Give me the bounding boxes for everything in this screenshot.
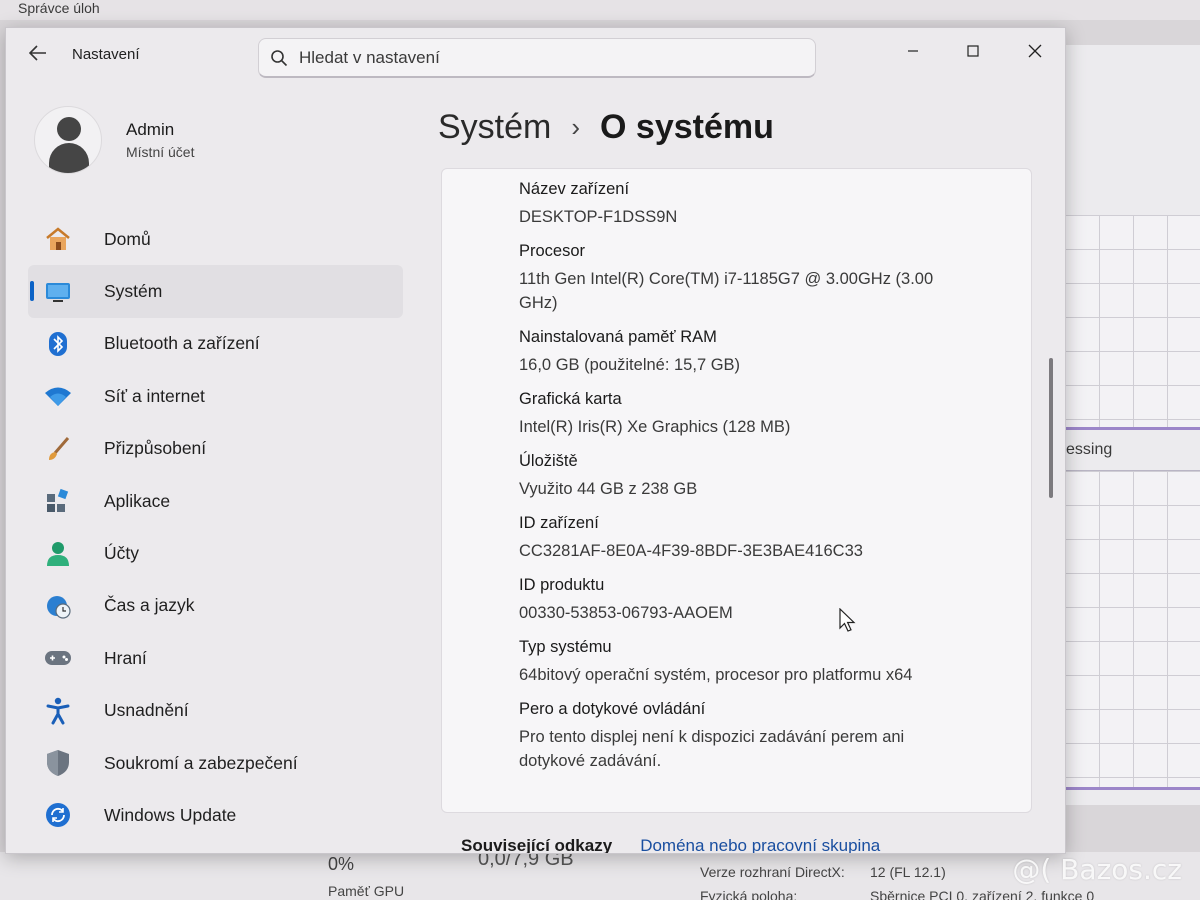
- directx-value: 12 (FL 12.1): [870, 864, 946, 880]
- accessibility-icon: [42, 696, 74, 726]
- gamepad-icon: [42, 643, 74, 673]
- sidebar-item-accessibility[interactable]: Usnadnění: [28, 685, 403, 737]
- brush-icon: [42, 434, 74, 464]
- spec-graphics: Grafická karta Intel(R) Iris(R) Xe Graph…: [519, 390, 791, 436]
- spec-device-name: Název zařízení DESKTOP-F1DSS9N: [519, 180, 678, 226]
- mouse-cursor-icon: [839, 608, 856, 632]
- gpu-memory-label: Paměť GPU: [328, 883, 405, 899]
- wifi-icon: [42, 381, 74, 411]
- account-icon: [42, 539, 74, 569]
- maximize-button[interactable]: [950, 34, 996, 68]
- sidebar-item-system[interactable]: Systém: [28, 265, 403, 318]
- sidebar-item-apps[interactable]: Aplikace: [28, 475, 403, 527]
- settings-window: Nastavení Admin Místní účet Domů: [5, 27, 1066, 854]
- spec-pen-touch: Pero a dotykové ovládání Pro tento displ…: [519, 700, 905, 770]
- shield-icon: [42, 748, 74, 778]
- physical-location-value: Sběrnice PCI 0, zařízení 2, funkce 0: [870, 888, 1095, 900]
- device-specifications-panel: Název zařízení DESKTOP-F1DSS9N Procesor …: [441, 168, 1032, 813]
- sidebar-item-time-language[interactable]: Čas a jazyk: [28, 580, 403, 632]
- back-arrow-icon: [29, 45, 46, 61]
- sidebar-item-home[interactable]: Domů: [28, 213, 403, 265]
- search-icon: [259, 49, 299, 67]
- sidebar-item-windows-update[interactable]: Windows Update: [28, 789, 403, 841]
- watermark: @( Bazos.cz: [1012, 853, 1182, 886]
- home-icon: [42, 224, 74, 254]
- bluetooth-icon: [42, 329, 74, 359]
- sidebar-nav: Domů Systém Bluetooth a zařízení Síť a i…: [28, 213, 403, 842]
- background-titlebar: Správce úloh: [0, 0, 1200, 20]
- close-button[interactable]: [1012, 34, 1058, 68]
- spec-system-type: Typ systému 64bitový operační systém, pr…: [519, 638, 913, 684]
- apps-icon: [42, 486, 74, 516]
- spec-processor: Procesor 11th Gen Intel(R) Core(TM) i7-1…: [519, 242, 934, 312]
- avatar: [34, 106, 102, 174]
- gpu-percent: 0%: [328, 854, 355, 874]
- spec-storage: Úložiště Využito 44 GB z 238 GB: [519, 452, 698, 498]
- close-icon: [1028, 44, 1042, 58]
- app-title: Nastavení: [72, 46, 140, 63]
- clock-globe-icon: [42, 591, 74, 621]
- chevron-right-icon: ›: [571, 111, 581, 142]
- search-box[interactable]: [258, 38, 816, 78]
- title-bar[interactable]: Nastavení: [6, 28, 1065, 80]
- spec-product-id: ID produktu 00330-53853-06793-AAOEM: [519, 576, 733, 622]
- minimize-button[interactable]: [890, 34, 936, 68]
- update-icon: [42, 800, 74, 830]
- sidebar-item-bluetooth[interactable]: Bluetooth a zařízení: [28, 318, 403, 370]
- breadcrumb: Systém › O systému: [438, 104, 774, 150]
- sidebar-item-accounts[interactable]: Účty: [28, 527, 403, 579]
- task-manager-title: Správce úloh: [18, 0, 100, 16]
- sidebar-item-network[interactable]: Síť a internet: [28, 370, 403, 422]
- profile-account-type: Místní účet: [126, 144, 195, 160]
- breadcrumb-parent[interactable]: Systém: [438, 108, 551, 147]
- domain-workgroup-link[interactable]: Doména nebo pracovní skupina: [640, 836, 880, 853]
- sidebar-item-privacy-security[interactable]: Soukromí a zabezpečení: [28, 737, 403, 789]
- background-label: cessing: [1058, 441, 1113, 458]
- related-links-title: Související odkazy: [461, 836, 613, 854]
- minimize-icon: [908, 50, 918, 52]
- user-profile[interactable]: Admin Místní účet: [34, 106, 414, 176]
- directx-label: Verze rozhraní DirectX:: [700, 864, 845, 880]
- scrollbar-thumb[interactable]: [1049, 358, 1053, 498]
- search-input[interactable]: [299, 47, 779, 68]
- spec-device-id: ID zařízení CC3281AF-8E0A-4F39-8BDF-3E3B…: [519, 514, 863, 560]
- spec-ram: Nainstalovaná paměť RAM 16,0 GB (použite…: [519, 328, 741, 374]
- related-links: Související odkazy Doména nebo pracovní …: [441, 831, 1032, 854]
- physical-location-label: Fyzická poloha:: [700, 888, 798, 900]
- maximize-icon: [967, 45, 979, 57]
- page-title: O systému: [600, 107, 774, 146]
- sidebar-item-personalization[interactable]: Přizpůsobení: [28, 423, 403, 475]
- sidebar-item-gaming[interactable]: Hraní: [28, 632, 403, 684]
- background-graph-upper: [1065, 215, 1200, 430]
- system-icon: [42, 277, 74, 307]
- back-button[interactable]: [20, 38, 56, 68]
- profile-name: Admin: [126, 120, 175, 139]
- background-graph-lower: [1065, 470, 1200, 790]
